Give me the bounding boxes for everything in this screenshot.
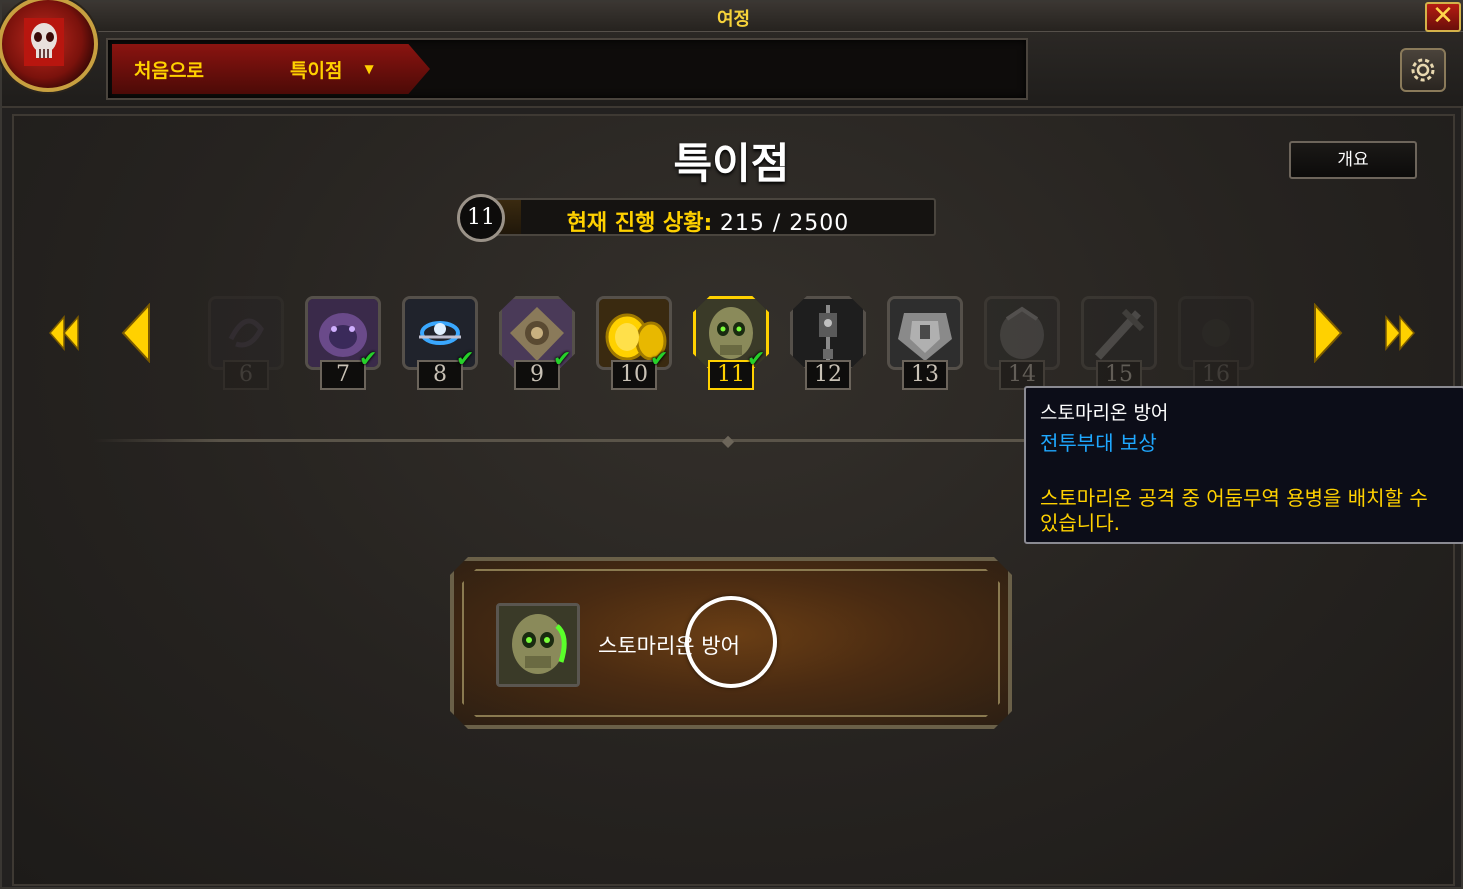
- divider-ornament-icon: ◆: [721, 431, 735, 450]
- track-item-6[interactable]: 6: [208, 296, 284, 392]
- unknown-icon: [1178, 296, 1254, 370]
- helm-icon: [984, 296, 1060, 370]
- breadcrumb: 처음으로 특이점 ▼: [106, 38, 1028, 100]
- progress-value: 215 / 2500: [719, 211, 850, 236]
- rune-icon: [208, 296, 284, 370]
- double-arrow-right-icon: [1385, 315, 1415, 351]
- tooltip-subtitle: 전투부대 보상: [1040, 431, 1157, 455]
- armor-icon: [887, 296, 963, 370]
- track-item-14[interactable]: 14: [984, 296, 1060, 392]
- checkmark-icon: ✔: [359, 347, 378, 372]
- checkmark-icon: ✔: [456, 347, 475, 372]
- track-item-9[interactable]: 9 ✔: [499, 296, 575, 392]
- title-bar: 여정 ✕: [2, 2, 1463, 32]
- track-item-13[interactable]: 13: [887, 296, 963, 392]
- breadcrumb-home-label: 처음으로: [134, 59, 204, 82]
- prev-button[interactable]: [118, 302, 154, 364]
- track-level-number: 13: [902, 360, 948, 390]
- tooltip-description: 스토마리온 공격 중 어둠무역 용병을 배치할 수 있습니다.: [1040, 486, 1428, 535]
- reward-tooltip: 스토마리온 방어 전투부대 보상 스토마리온 공격 중 어둠무역 용병을 배치할…: [1024, 386, 1463, 544]
- progress-label: 현재 진행 상황:: [566, 211, 713, 236]
- breadcrumb-current-label: 특이점: [290, 59, 343, 82]
- close-button[interactable]: ✕: [1425, 2, 1461, 32]
- tooltip-title: 스토마리온 방어: [1040, 402, 1169, 424]
- track-level-number: 12: [805, 360, 851, 390]
- checkmark-icon: ✔: [747, 347, 766, 372]
- double-arrow-left-icon: [49, 315, 79, 351]
- window-title: 여정: [716, 9, 751, 30]
- journey-window: 여정 ✕ 처음으로 특이점 ▼ 특이점 개요 11 현재 진행 상황: 215 …: [0, 0, 1463, 889]
- next-button[interactable]: [1310, 302, 1346, 364]
- jump-first-button[interactable]: [44, 302, 84, 364]
- track-item-12[interactable]: 12: [790, 296, 866, 392]
- track-item-10[interactable]: 10 ✔: [596, 296, 672, 392]
- arrow-left-icon: [121, 303, 150, 363]
- track-item-16[interactable]: 16: [1178, 296, 1254, 392]
- cursor-ring: [685, 596, 777, 688]
- settings-button[interactable]: [1400, 48, 1446, 92]
- progress-text: 현재 진행 상황: 215 / 2500: [482, 205, 934, 237]
- weapon-icon: [1081, 296, 1157, 370]
- breadcrumb-home[interactable]: 처음으로: [112, 44, 270, 94]
- level-badge: 11: [457, 194, 505, 242]
- jump-last-button[interactable]: [1380, 302, 1420, 364]
- checkmark-icon: ✔: [650, 347, 669, 372]
- arrow-right-icon: [1314, 303, 1343, 363]
- checkmark-icon: ✔: [553, 347, 572, 372]
- track-item-7[interactable]: 7 ✔: [305, 296, 381, 392]
- chevron-down-icon[interactable]: ▼: [364, 62, 373, 76]
- progress-bar: 현재 진행 상황: 215 / 2500: [480, 198, 936, 236]
- gear-icon: [1411, 58, 1435, 82]
- reward-green-skull-icon[interactable]: [496, 603, 580, 687]
- track-item-15[interactable]: 15: [1081, 296, 1157, 392]
- overview-button[interactable]: 개요: [1289, 141, 1417, 179]
- page-title: 특이점: [673, 139, 790, 188]
- banner-icon: [790, 296, 866, 370]
- breadcrumb-current[interactable]: 특이점 ▼: [250, 44, 430, 94]
- track-item-11[interactable]: 11 ✔: [693, 296, 769, 392]
- track-level-number: 6: [223, 360, 269, 390]
- track-item-8[interactable]: 8 ✔: [402, 296, 478, 392]
